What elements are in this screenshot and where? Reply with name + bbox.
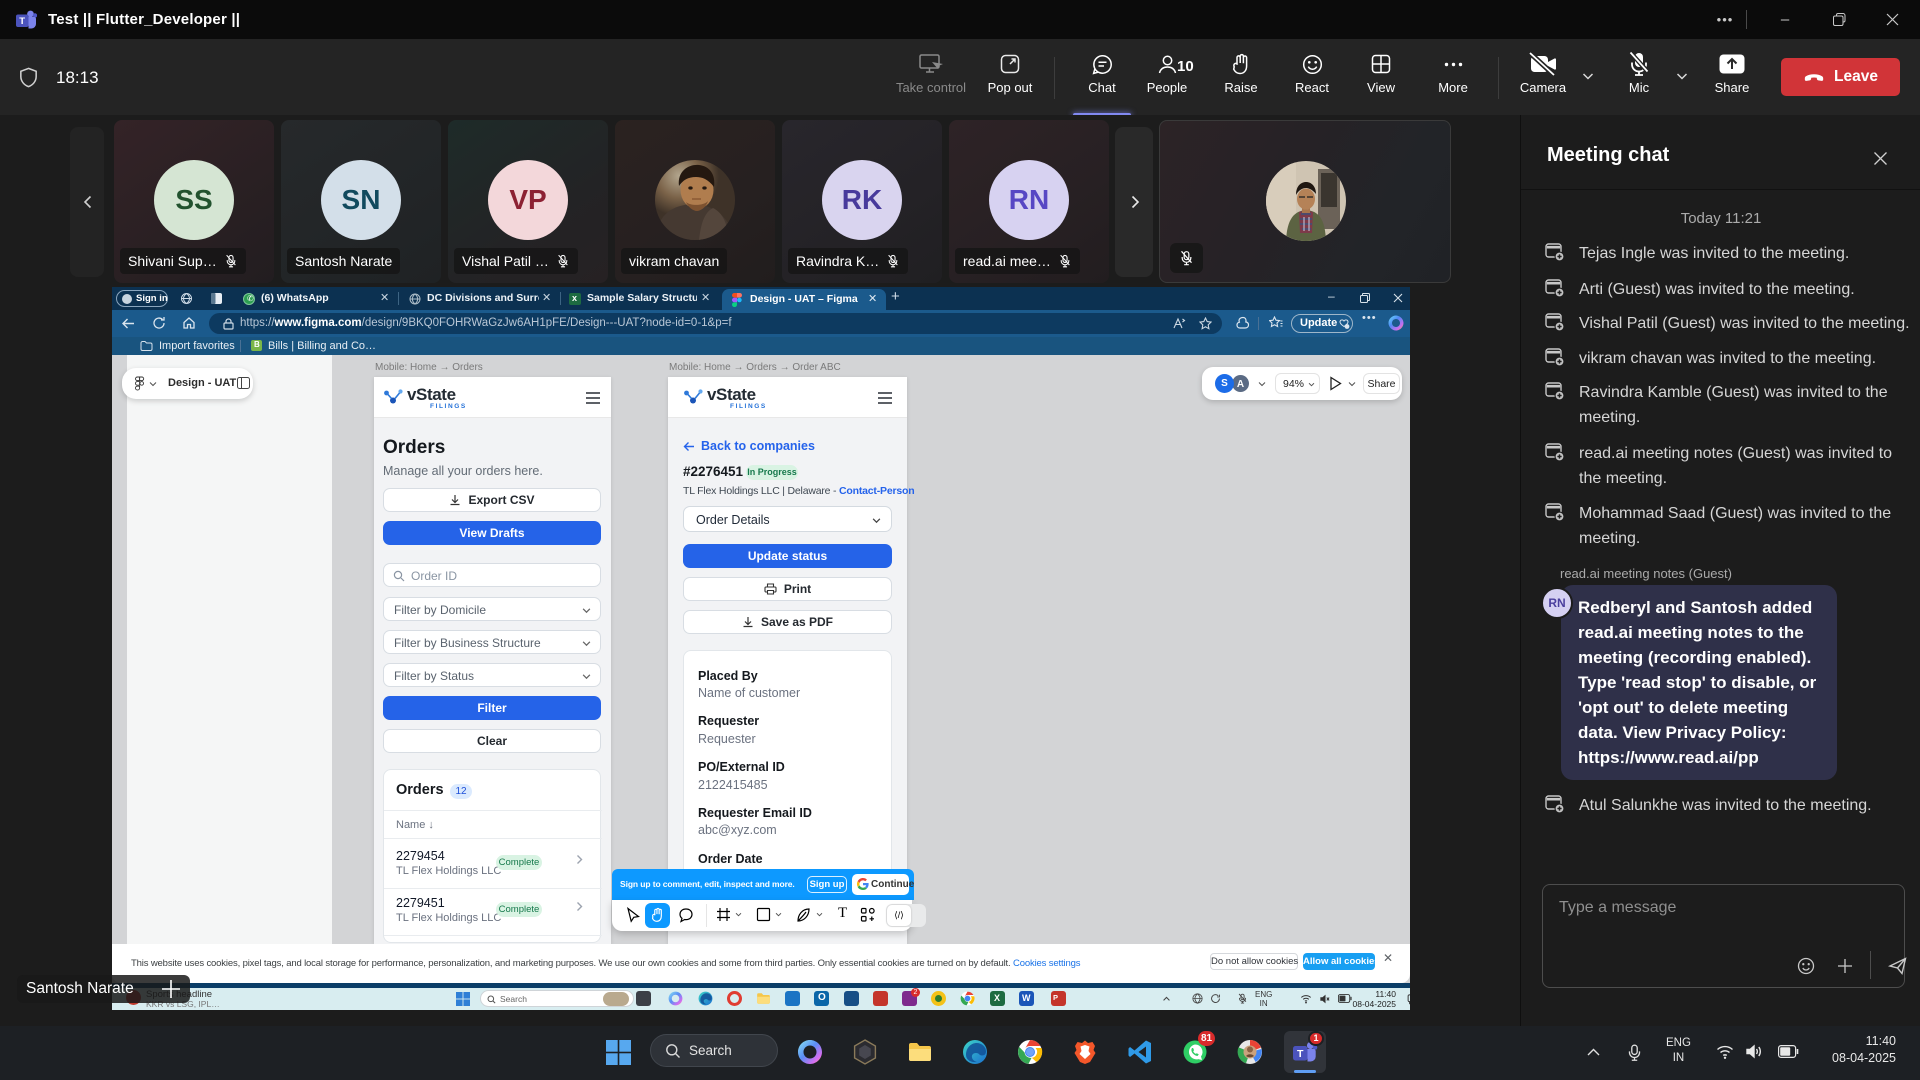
- svg-text:T: T: [1297, 1048, 1304, 1060]
- svg-text:T: T: [19, 16, 25, 27]
